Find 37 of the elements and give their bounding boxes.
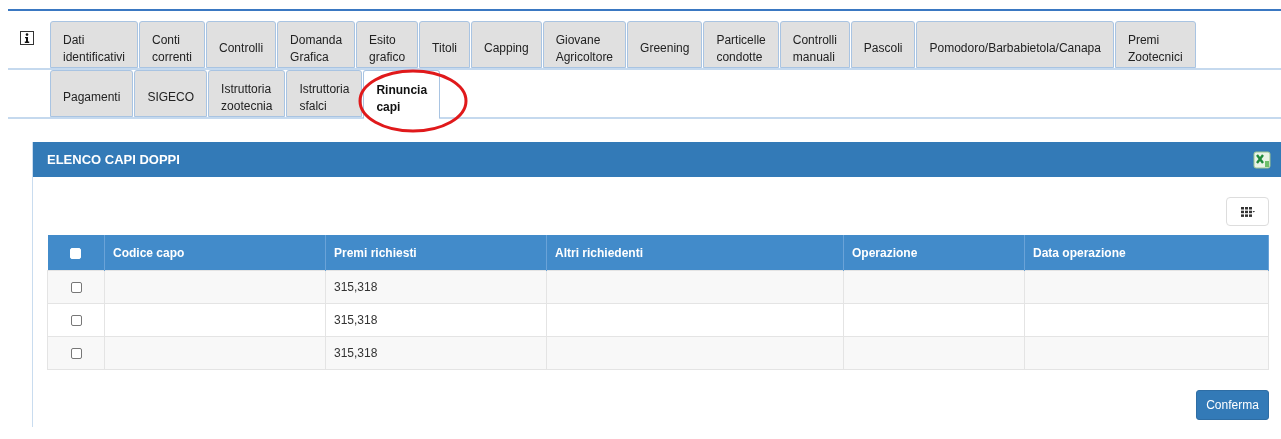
column-header[interactable]: Data operazione [1024, 235, 1269, 271]
row-checkbox[interactable] [70, 282, 82, 294]
row-checkbox[interactable] [70, 315, 82, 327]
column-header[interactable]: Altri richiedenti [546, 235, 844, 271]
tab[interactable]: Particelle condotte [703, 21, 779, 68]
table-cell: 315,318 [325, 270, 547, 304]
tab[interactable]: Conti correnti [139, 21, 206, 68]
tab[interactable]: Domanda Grafica [277, 21, 356, 68]
tab[interactable]: Pascoli [850, 21, 916, 68]
panel-title: ELENCO CAPI DOPPI [47, 152, 180, 167]
tab[interactable]: Controlli [206, 21, 277, 68]
column-header[interactable]: Operazione [843, 235, 1025, 271]
tab[interactable]: SIGECO [134, 70, 208, 117]
tab[interactable]: Premi Zootecnici [1114, 21, 1196, 68]
info-icon[interactable] [20, 31, 34, 45]
confirm-button[interactable]: Conferma [1196, 390, 1269, 420]
tab[interactable]: Giovane Agricoltore [542, 21, 627, 68]
spreadsheet-icon[interactable] [1253, 150, 1271, 169]
tab[interactable]: Istruttoria sfalci [286, 70, 363, 117]
table-cell: 315,318 [325, 336, 547, 370]
tab[interactable]: Rinuncia capi [363, 70, 441, 119]
tab[interactable]: Dati identificativi [50, 21, 138, 68]
row-checkbox[interactable] [70, 348, 82, 360]
grid-icon [1240, 206, 1255, 217]
tab[interactable]: Istruttoria zootecnia [208, 70, 286, 117]
table-cell: 315,318 [325, 303, 547, 337]
tab[interactable]: Greening [627, 21, 703, 68]
tab[interactable]: Controlli manuali [779, 21, 850, 68]
tab[interactable]: Pagamenti [50, 70, 134, 117]
tab[interactable]: Capping [471, 21, 542, 68]
column-header[interactable]: Premi richiesti [325, 235, 547, 271]
tab[interactable]: Titoli [419, 21, 470, 68]
tab[interactable]: Pomodoro/Barbabietola/Canapa [916, 21, 1114, 68]
select-all-checkbox[interactable] [70, 247, 82, 259]
tab[interactable]: Esito grafico [356, 21, 419, 68]
columns-button[interactable] [1226, 197, 1269, 226]
column-header[interactable]: Codice capo [104, 235, 326, 271]
